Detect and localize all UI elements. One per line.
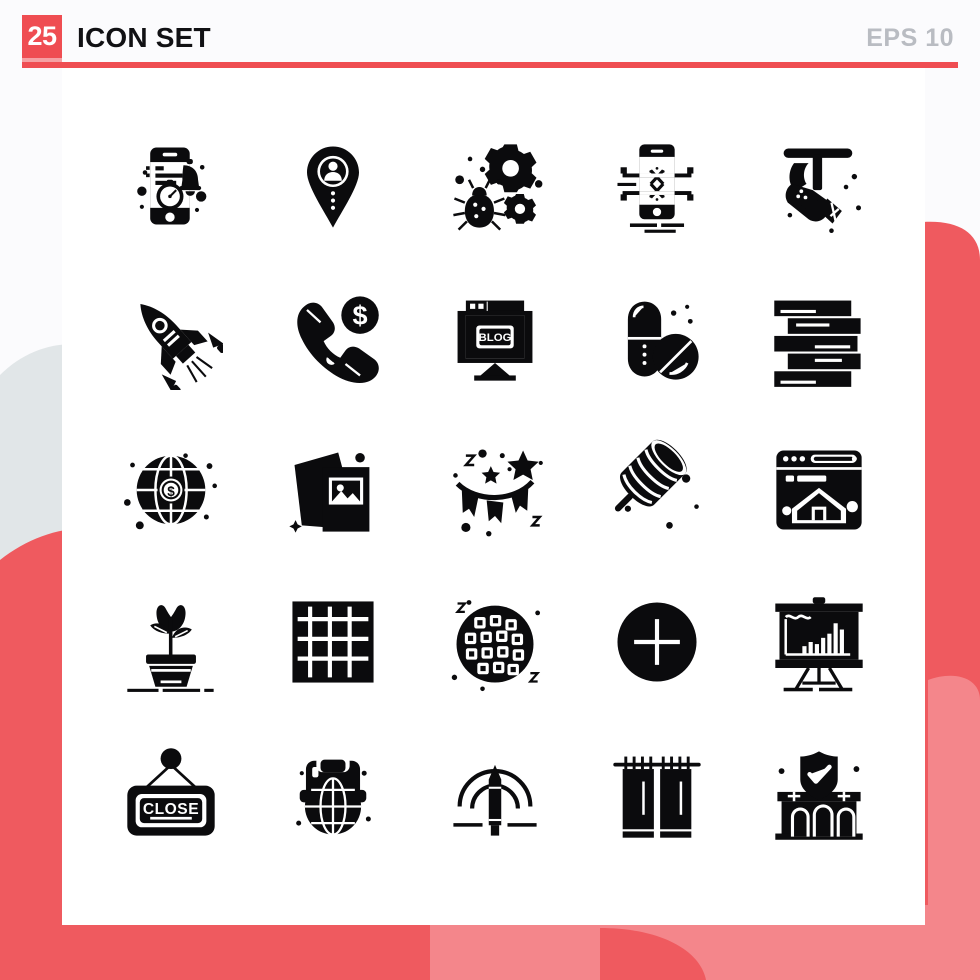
bug-gears-debug-icon	[453, 144, 543, 231]
close-sign-icon: CLOSE	[127, 748, 215, 836]
icon-cell-11[interactable]: $	[90, 414, 252, 566]
phone-dollar-call-icon: $	[297, 296, 379, 383]
header-rule	[22, 62, 958, 68]
svg-text:$: $	[353, 300, 368, 330]
icon-cell-16[interactable]	[90, 566, 252, 718]
icon-cell-7[interactable]: $	[252, 262, 414, 414]
icon-cell-5[interactable]	[738, 110, 900, 262]
page-title: ICON SET	[77, 22, 211, 53]
rocket-spaceship-icon	[140, 303, 223, 390]
icon-cell-20[interactable]	[738, 566, 900, 718]
icon-grid: $ BLOG $ CLOSE	[90, 110, 900, 870]
globe-dollar-finance-icon: $	[123, 453, 217, 530]
globe-briefcase-business-icon	[296, 755, 371, 836]
icon-cell-9[interactable]	[576, 262, 738, 414]
potted-plant-icon	[127, 605, 214, 692]
grid-table-icon	[292, 601, 374, 683]
icon-cell-17[interactable]	[252, 566, 414, 718]
close-sign-text: CLOSE	[143, 801, 199, 818]
mobile-data-transfer-icon	[617, 144, 694, 233]
icon-cell-15[interactable]	[738, 414, 900, 566]
icon-set-poster: 25 ICON SET EPS 10 $ BLOG $ CLOSE	[0, 0, 980, 980]
icon-cell-23[interactable]	[414, 718, 576, 870]
hand-holding-strap-icon	[783, 148, 862, 234]
icon-cell-14[interactable]	[576, 414, 738, 566]
icon-cell-25[interactable]	[738, 718, 900, 870]
svg-text:$: $	[167, 484, 175, 499]
stacked-books-icon	[774, 300, 861, 387]
icon-cell-21[interactable]: CLOSE	[90, 718, 252, 870]
presentation-chart-board-icon	[775, 597, 863, 692]
icon-cell-1[interactable]	[90, 110, 252, 262]
curtains-icon	[613, 756, 701, 838]
icon-cell-19[interactable]	[576, 566, 738, 718]
format-label: EPS 10	[866, 24, 954, 52]
icon-count-badge: 25	[22, 15, 62, 58]
blog-monitor-icon: BLOG	[457, 300, 533, 381]
icon-cell-2[interactable]	[252, 110, 414, 262]
party-bunting-flags-icon	[453, 449, 543, 537]
plus-add-circle-icon	[617, 602, 697, 682]
photos-gallery-icon	[289, 452, 370, 533]
icon-cell-12[interactable]	[252, 414, 414, 566]
icon-cell-10[interactable]	[738, 262, 900, 414]
icon-cell-4[interactable]	[576, 110, 738, 262]
party-popper-confetti-icon	[614, 439, 699, 529]
browser-home-page-icon	[776, 450, 862, 530]
pencil-signal-idea-icon	[453, 764, 537, 836]
poster-header: 25 ICON SET EPS 10	[0, 0, 980, 68]
icon-cell-3[interactable]	[414, 110, 576, 262]
mobile-notification-alarm-icon	[137, 147, 207, 225]
icon-cell-18[interactable]	[414, 566, 576, 718]
icon-cell-13[interactable]	[414, 414, 576, 566]
icon-cell-8[interactable]: BLOG	[414, 262, 576, 414]
icon-cell-24[interactable]	[576, 718, 738, 870]
icon-cell-6[interactable]	[90, 262, 252, 414]
icon-cell-22[interactable]	[252, 718, 414, 870]
pills-medicine-icon	[627, 301, 699, 380]
blog-screen-text: BLOG	[478, 332, 511, 344]
blob-pink-light-right	[928, 675, 980, 930]
secure-bank-building-icon	[775, 751, 863, 840]
location-pin-user-icon	[307, 146, 359, 228]
waffle-icon	[451, 600, 541, 692]
